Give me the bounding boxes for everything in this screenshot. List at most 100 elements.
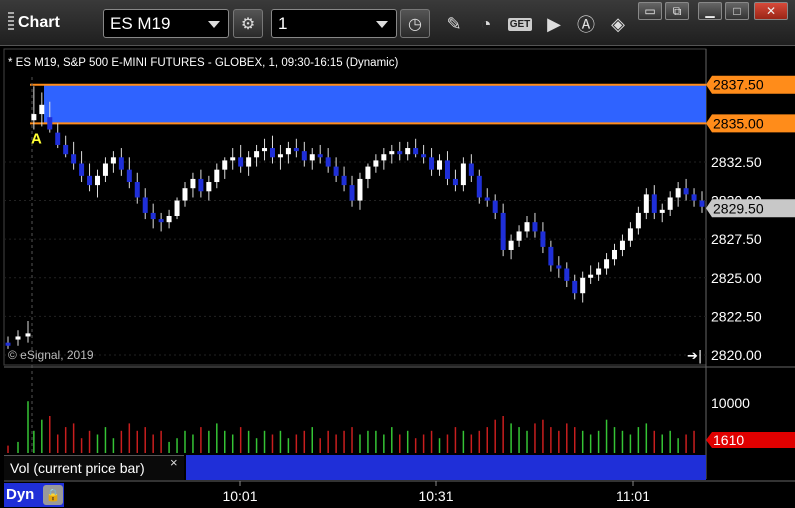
minimize-button[interactable]: ▁: [698, 2, 722, 20]
price-tag-label: 2829.50: [713, 200, 764, 216]
y-tick-label: 2825.00: [711, 270, 762, 286]
candle-body: [262, 148, 268, 152]
pin-icon: ▭: [644, 4, 656, 18]
interval-value: 1: [278, 14, 288, 33]
candle-body: [612, 249, 618, 260]
candle-body: [452, 178, 458, 186]
volume-axis-tick: 10000: [711, 395, 750, 411]
candle-body: [468, 163, 474, 176]
candle-body: [341, 175, 347, 186]
candle-body: [166, 216, 172, 223]
highlight-zone: [44, 84, 706, 124]
candle-body: [421, 154, 427, 158]
candle-body: [190, 178, 196, 189]
candle-body: [206, 182, 212, 192]
candle-body: [659, 209, 665, 213]
maximize-button[interactable]: □: [725, 2, 749, 20]
link-button[interactable]: ◈: [604, 10, 632, 38]
candle-body: [134, 182, 140, 198]
candle-body: [540, 231, 546, 247]
candle-body: [31, 114, 37, 121]
candle-body: [588, 274, 594, 278]
annotation-label: A: [31, 130, 42, 147]
y-tick-label: 2827.50: [711, 231, 762, 247]
lock-icon[interactable]: 🔒: [43, 485, 63, 505]
candle-body: [110, 157, 116, 164]
candle-body: [508, 240, 514, 250]
x-tick-label: 11:01: [616, 488, 650, 504]
candle-body: [532, 222, 538, 232]
candle-body: [214, 169, 220, 183]
candle-body: [580, 277, 586, 294]
settings-button[interactable]: ⚙: [233, 9, 263, 38]
candle-body: [564, 268, 570, 281]
candle-body: [683, 188, 689, 195]
price-chart[interactable]: 2820.002822.502825.002827.502830.002832.…: [0, 47, 795, 508]
play-icon: ▶: [547, 13, 561, 34]
alerts-button[interactable]: Ⓐ: [572, 10, 600, 38]
play-button[interactable]: ▶: [540, 10, 568, 38]
candle-body: [309, 154, 315, 161]
jump-to-end-icon: ➔|: [687, 349, 702, 364]
symbol-value: ES M19: [110, 14, 171, 33]
get-label: GET: [507, 17, 533, 31]
candle-body: [246, 157, 252, 167]
candle-body: [619, 240, 625, 250]
window-title[interactable]: Chart: [8, 12, 60, 32]
candle-body: [333, 166, 339, 176]
pencil-icon: ✎: [446, 13, 462, 34]
pin-button[interactable]: ▭: [638, 2, 662, 20]
volume-study-label[interactable]: Vol (current price bar): [4, 455, 184, 480]
chart-area[interactable]: 2820.002822.502825.002827.502830.002832.…: [0, 47, 795, 508]
alert-icon: Ⓐ: [577, 15, 595, 35]
candle-body: [691, 194, 697, 201]
studies-button[interactable]: ◔: [472, 10, 500, 38]
candle-body: [381, 154, 387, 161]
y-tick-label: 2822.50: [711, 308, 762, 324]
clock-icon: ◷: [408, 15, 422, 33]
drag-grip-icon[interactable]: [8, 12, 14, 30]
restore-button[interactable]: ⧉: [665, 2, 689, 20]
candle-body: [150, 212, 156, 220]
candle-body: [325, 157, 331, 167]
candle-body: [596, 268, 602, 275]
candle-body: [389, 151, 395, 155]
candle-body: [556, 265, 562, 269]
symbol-select[interactable]: ES M19: [103, 9, 229, 38]
candle-body: [174, 200, 180, 216]
minimize-icon: ▁: [705, 4, 715, 18]
interval-select[interactable]: 1: [271, 9, 397, 38]
candle-body: [63, 144, 69, 155]
close-button[interactable]: ✕: [754, 2, 788, 20]
candle-body: [604, 259, 610, 269]
chevron-down-icon: [208, 21, 220, 28]
volume-close-icon[interactable]: ×: [170, 455, 178, 470]
candle-body: [492, 200, 498, 213]
chart-toolbar: Chart ES M19 ⚙ 1 ◷ ✎ ◔ GET ▶ Ⓐ ◈ ▭ ⧉ ▁ □…: [0, 0, 795, 46]
candle-body: [484, 197, 490, 201]
draw-button[interactable]: ✎: [440, 10, 468, 38]
candle-body: [126, 169, 132, 183]
candle-body: [548, 246, 554, 266]
gear-icon: ⚙: [240, 15, 256, 33]
candle-body: [635, 212, 641, 229]
candle-body: [524, 222, 530, 232]
price-tag-label: 2837.50: [713, 77, 764, 93]
x-tick-label: 10:01: [222, 488, 257, 504]
candle-body: [500, 212, 506, 250]
candle-body: [94, 175, 100, 186]
get-button[interactable]: GET: [505, 10, 535, 38]
candle-body: [55, 132, 61, 145]
candle-body: [5, 342, 11, 346]
candle-body: [365, 166, 371, 179]
candle-body: [349, 185, 355, 201]
window-title-text: Chart: [18, 14, 60, 31]
candle-body: [643, 194, 649, 213]
candle-body: [230, 157, 236, 161]
candle-body: [277, 154, 283, 158]
candle-body: [572, 280, 578, 294]
y-tick-label: 2820.00: [711, 347, 762, 363]
candle-body: [222, 160, 228, 170]
candle-body: [25, 333, 31, 337]
time-button[interactable]: ◷: [400, 9, 430, 38]
